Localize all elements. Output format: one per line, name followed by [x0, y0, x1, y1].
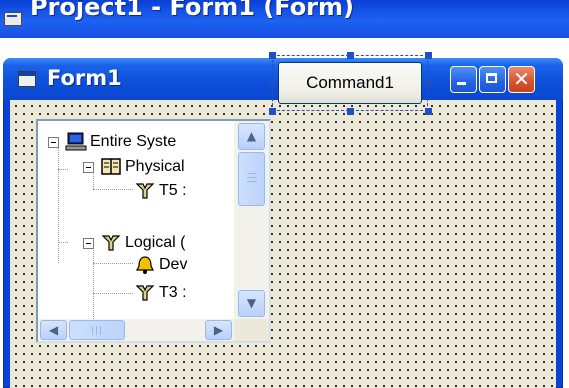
- scroll-down-button[interactable]: ▼: [238, 290, 265, 317]
- tree-node-label: Dev: [159, 256, 188, 273]
- scroll-grip: [92, 326, 93, 335]
- scroll-grip: [100, 326, 101, 335]
- arrow-down-icon: ▼: [246, 296, 257, 310]
- resize-handle-bottom[interactable]: [347, 108, 354, 115]
- resize-handle-left[interactable]: [269, 80, 276, 87]
- command1-button[interactable]: Command1: [278, 62, 422, 104]
- scroll-grip: [96, 326, 97, 335]
- tree-connector: [93, 247, 94, 319]
- resize-handle-right[interactable]: [425, 80, 432, 87]
- tree-connector: [93, 263, 133, 264]
- tree-node-label: Entire Syste: [90, 133, 177, 150]
- tree-connector: [93, 293, 133, 294]
- scroll-left-button[interactable]: ◀: [40, 320, 67, 340]
- scroll-grip: [247, 173, 257, 174]
- scroll-grip: [247, 181, 257, 182]
- tree-node-logical[interactable]: Logical (: [83, 231, 185, 255]
- arrow-right-icon: ▶: [213, 323, 224, 337]
- form-title: Form1: [47, 66, 122, 90]
- scrollbar-corner: [234, 319, 269, 341]
- tree-view-content: Entire Syste Physical T5: Logical (Dev…: [38, 121, 234, 319]
- tree-node-t5[interactable]: T5 :: [134, 179, 187, 203]
- scroll-grip: [247, 177, 257, 178]
- tree-view[interactable]: Entire Syste Physical T5: Logical (Dev…: [36, 119, 271, 343]
- network-tap-icon: [135, 183, 155, 199]
- form-designer-icon: [4, 12, 22, 26]
- computer-icon: [65, 132, 87, 151]
- scroll-up-button[interactable]: ▲: [238, 123, 265, 150]
- resize-handle-bottom-left[interactable]: [269, 108, 276, 115]
- resize-handle-top[interactable]: [347, 52, 354, 59]
- minimize-button[interactable]: [450, 66, 477, 93]
- collapse-icon[interactable]: [83, 161, 94, 173]
- horizontal-scroll-thumb[interactable]: [69, 320, 125, 340]
- form-design-surface[interactable]: Entire Syste Physical T5: Logical (Dev…: [10, 100, 556, 388]
- ide-window-titlebar[interactable]: Project1 - Form1 (Form): [0, 0, 569, 38]
- bell-icon: [136, 256, 154, 274]
- tree-connector: [58, 169, 68, 170]
- collapse-icon[interactable]: [48, 136, 59, 148]
- arrow-left-icon: ◀: [48, 323, 59, 337]
- close-icon: ✕: [513, 67, 530, 91]
- resize-handle-top-right[interactable]: [425, 52, 432, 59]
- tree-node-label: T5 :: [159, 182, 187, 199]
- tree-node-t3[interactable]: T3 :: [134, 281, 187, 305]
- tree-horizontal-scrollbar[interactable]: ◀ ▶: [38, 319, 234, 341]
- tree-connector: [58, 242, 68, 243]
- form-icon[interactable]: [18, 71, 36, 87]
- book-icon: [101, 158, 121, 175]
- scroll-right-button[interactable]: ▶: [205, 320, 232, 340]
- close-button[interactable]: ✕: [508, 66, 535, 93]
- tree-node-label: T3 :: [159, 284, 187, 301]
- tree-node-entire-system[interactable]: Entire Syste: [48, 130, 176, 154]
- tree-node-dev[interactable]: Dev: [134, 253, 187, 277]
- tree-node-label: Physical: [125, 158, 185, 175]
- resize-handle-top-left[interactable]: [269, 52, 276, 59]
- maximize-button[interactable]: [479, 66, 506, 93]
- network-tap-icon: [101, 235, 121, 251]
- tree-node-physical[interactable]: Physical: [83, 155, 185, 179]
- arrow-up-icon: ▲: [246, 129, 257, 143]
- resize-handle-bottom-right[interactable]: [425, 108, 432, 115]
- tree-node-label: Logical (: [125, 234, 186, 251]
- tree-vertical-scrollbar[interactable]: ▲ ▼: [234, 121, 269, 319]
- tree-connector: [93, 189, 133, 190]
- ide-window-title: Project1 - Form1 (Form): [30, 0, 354, 21]
- tree-connector: [58, 143, 59, 263]
- collapse-icon[interactable]: [83, 237, 94, 249]
- vertical-scroll-thumb[interactable]: [238, 152, 265, 206]
- network-tap-icon: [135, 285, 155, 301]
